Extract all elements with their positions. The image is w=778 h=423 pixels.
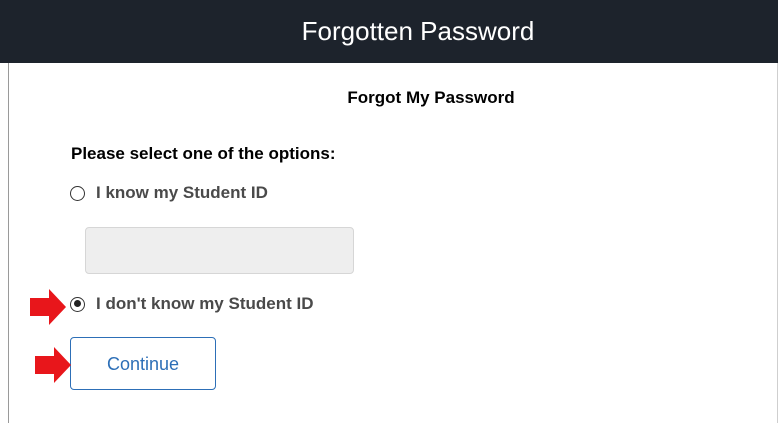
page-title: Forgotten Password — [301, 16, 535, 46]
student-id-input[interactable] — [85, 227, 354, 274]
radio-know-student-id[interactable] — [70, 185, 85, 201]
page-header: Forgotten Password — [0, 0, 778, 63]
continue-button[interactable]: Continue — [70, 337, 216, 390]
forgotten-password-page: Forgotten Password Forgot My Password Pl… — [0, 0, 778, 423]
form-subheading-text: Forgot My Password — [347, 88, 515, 107]
option-dont-know-student-id[interactable]: I don't know my Student ID — [70, 294, 313, 314]
radio-dont-know-student-id[interactable] — [70, 296, 85, 312]
right-arrow-icon — [30, 289, 66, 325]
option-dont-know-student-id-label: I don't know my Student ID — [96, 294, 314, 313]
form-subheading: Forgot My Password — [0, 88, 778, 108]
options-instruction: Please select one of the options: — [71, 144, 336, 163]
content-left-border — [8, 63, 9, 423]
right-arrow-icon — [35, 347, 71, 383]
option-know-student-id-label: I know my Student ID — [96, 183, 268, 202]
option-know-student-id[interactable]: I know my Student ID — [70, 183, 268, 203]
